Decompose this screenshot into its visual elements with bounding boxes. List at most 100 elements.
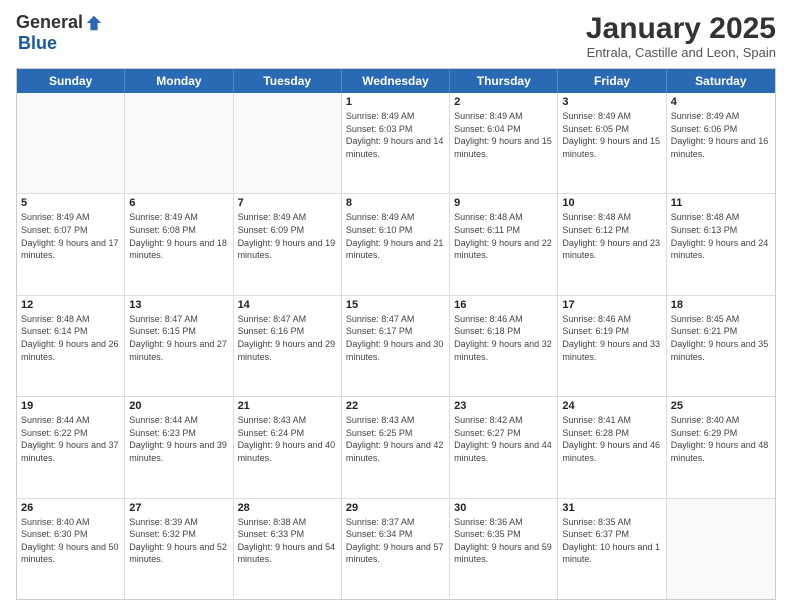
- day-number: 18: [671, 299, 771, 311]
- header-day-sunday: Sunday: [17, 69, 125, 93]
- day-number: 4: [671, 96, 771, 108]
- day-cell-17: 17 Sunrise: 8:46 AM Sunset: 6:19 PM Dayli…: [558, 296, 666, 396]
- day-number: 14: [238, 299, 337, 311]
- day-cell-27: 27 Sunrise: 8:39 AM Sunset: 6:32 PM Dayli…: [125, 499, 233, 599]
- day-number: 7: [238, 197, 337, 209]
- day-cell-18: 18 Sunrise: 8:45 AM Sunset: 6:21 PM Dayli…: [667, 296, 775, 396]
- day-number: 11: [671, 197, 771, 209]
- logo-general: General: [16, 12, 83, 33]
- page: General Blue January 2025 Entrala, Casti…: [0, 0, 792, 612]
- day-cell-9: 9Sunrise: 8:48 AM Sunset: 6:11 PM Daylig…: [450, 194, 558, 294]
- day-number: 10: [562, 197, 661, 209]
- day-info: Sunrise: 8:46 AM Sunset: 6:18 PM Dayligh…: [454, 313, 553, 363]
- day-number: 19: [21, 400, 120, 412]
- empty-cell-0-2: [234, 93, 342, 193]
- day-info: Sunrise: 8:41 AM Sunset: 6:28 PM Dayligh…: [562, 414, 661, 464]
- day-info: Sunrise: 8:49 AM Sunset: 6:05 PM Dayligh…: [562, 110, 661, 160]
- day-info: Sunrise: 8:46 AM Sunset: 6:19 PM Dayligh…: [562, 313, 661, 363]
- day-info: Sunrise: 8:44 AM Sunset: 6:22 PM Dayligh…: [21, 414, 120, 464]
- day-cell-23: 23Sunrise: 8:42 AM Sunset: 6:27 PM Dayli…: [450, 397, 558, 497]
- day-info: Sunrise: 8:45 AM Sunset: 6:21 PM Dayligh…: [671, 313, 771, 363]
- day-number: 22: [346, 400, 445, 412]
- day-number: 5: [21, 197, 120, 209]
- day-cell-19: 19 Sunrise: 8:44 AM Sunset: 6:22 PM Dayli…: [17, 397, 125, 497]
- day-number: 15: [346, 299, 445, 311]
- day-number: 8: [346, 197, 445, 209]
- day-cell-10: 10Sunrise: 8:48 AM Sunset: 6:12 PM Dayli…: [558, 194, 666, 294]
- day-cell-16: 16 Sunrise: 8:46 AM Sunset: 6:18 PM Dayli…: [450, 296, 558, 396]
- day-cell-13: 13 Sunrise: 8:47 AM Sunset: 6:15 PM Dayli…: [125, 296, 233, 396]
- day-info: Sunrise: 8:48 AM Sunset: 6:14 PM Dayligh…: [21, 313, 120, 363]
- day-info: Sunrise: 8:43 AM Sunset: 6:25 PM Dayligh…: [346, 414, 445, 464]
- header-day-tuesday: Tuesday: [234, 69, 342, 93]
- day-number: 30: [454, 502, 553, 514]
- day-number: 26: [21, 502, 120, 514]
- day-cell-20: 20Sunrise: 8:44 AM Sunset: 6:23 PM Dayli…: [125, 397, 233, 497]
- day-info: Sunrise: 8:49 AM Sunset: 6:03 PM Dayligh…: [346, 110, 445, 160]
- day-number: 2: [454, 96, 553, 108]
- logo-blue: Blue: [18, 33, 57, 53]
- day-cell-28: 28 Sunrise: 8:38 AM Sunset: 6:33 PM Dayli…: [234, 499, 342, 599]
- week-row-3: 19 Sunrise: 8:44 AM Sunset: 6:22 PM Dayli…: [17, 397, 775, 498]
- day-number: 6: [129, 197, 228, 209]
- day-info: Sunrise: 8:40 AM Sunset: 6:30 PM Dayligh…: [21, 516, 120, 566]
- day-cell-1: 1Sunrise: 8:49 AM Sunset: 6:03 PM Daylig…: [342, 93, 450, 193]
- day-info: Sunrise: 8:43 AM Sunset: 6:24 PM Dayligh…: [238, 414, 337, 464]
- logo-text: General: [16, 12, 103, 33]
- day-info: Sunrise: 8:47 AM Sunset: 6:17 PM Dayligh…: [346, 313, 445, 363]
- day-cell-24: 24 Sunrise: 8:41 AM Sunset: 6:28 PM Dayli…: [558, 397, 666, 497]
- day-cell-3: 3 Sunrise: 8:49 AM Sunset: 6:05 PM Daylig…: [558, 93, 666, 193]
- day-cell-30: 30Sunrise: 8:36 AM Sunset: 6:35 PM Dayli…: [450, 499, 558, 599]
- day-cell-4: 4 Sunrise: 8:49 AM Sunset: 6:06 PM Daylig…: [667, 93, 775, 193]
- day-number: 24: [562, 400, 661, 412]
- day-info: Sunrise: 8:38 AM Sunset: 6:33 PM Dayligh…: [238, 516, 337, 566]
- day-number: 27: [129, 502, 228, 514]
- day-info: Sunrise: 8:49 AM Sunset: 6:09 PM Dayligh…: [238, 211, 337, 261]
- week-row-1: 5 Sunrise: 8:49 AM Sunset: 6:07 PM Daylig…: [17, 194, 775, 295]
- empty-cell-4-6: [667, 499, 775, 599]
- day-cell-14: 14 Sunrise: 8:47 AM Sunset: 6:16 PM Dayli…: [234, 296, 342, 396]
- week-row-2: 12Sunrise: 8:48 AM Sunset: 6:14 PM Dayli…: [17, 296, 775, 397]
- title-section: January 2025 Entrala, Castille and Leon,…: [586, 12, 776, 60]
- day-cell-26: 26 Sunrise: 8:40 AM Sunset: 6:30 PM Dayli…: [17, 499, 125, 599]
- day-cell-21: 21 Sunrise: 8:43 AM Sunset: 6:24 PM Dayli…: [234, 397, 342, 497]
- day-info: Sunrise: 8:49 AM Sunset: 6:06 PM Dayligh…: [671, 110, 771, 160]
- day-info: Sunrise: 8:39 AM Sunset: 6:32 PM Dayligh…: [129, 516, 228, 566]
- day-info: Sunrise: 8:47 AM Sunset: 6:15 PM Dayligh…: [129, 313, 228, 363]
- day-info: Sunrise: 8:47 AM Sunset: 6:16 PM Dayligh…: [238, 313, 337, 363]
- day-info: Sunrise: 8:49 AM Sunset: 6:07 PM Dayligh…: [21, 211, 120, 261]
- day-number: 20: [129, 400, 228, 412]
- week-row-0: 1Sunrise: 8:49 AM Sunset: 6:03 PM Daylig…: [17, 93, 775, 194]
- day-info: Sunrise: 8:49 AM Sunset: 6:10 PM Dayligh…: [346, 211, 445, 261]
- day-number: 25: [671, 400, 771, 412]
- day-cell-31: 31Sunrise: 8:35 AM Sunset: 6:37 PM Dayli…: [558, 499, 666, 599]
- day-number: 3: [562, 96, 661, 108]
- day-number: 13: [129, 299, 228, 311]
- day-cell-8: 8 Sunrise: 8:49 AM Sunset: 6:10 PM Daylig…: [342, 194, 450, 294]
- header-day-monday: Monday: [125, 69, 233, 93]
- day-number: 28: [238, 502, 337, 514]
- empty-cell-0-0: [17, 93, 125, 193]
- header-day-saturday: Saturday: [667, 69, 775, 93]
- day-info: Sunrise: 8:49 AM Sunset: 6:08 PM Dayligh…: [129, 211, 228, 261]
- day-number: 9: [454, 197, 553, 209]
- day-cell-7: 7 Sunrise: 8:49 AM Sunset: 6:09 PM Daylig…: [234, 194, 342, 294]
- day-cell-5: 5 Sunrise: 8:49 AM Sunset: 6:07 PM Daylig…: [17, 194, 125, 294]
- header: General Blue January 2025 Entrala, Casti…: [16, 12, 776, 60]
- day-info: Sunrise: 8:35 AM Sunset: 6:37 PM Dayligh…: [562, 516, 661, 566]
- day-cell-25: 25Sunrise: 8:40 AM Sunset: 6:29 PM Dayli…: [667, 397, 775, 497]
- calendar-body: 1Sunrise: 8:49 AM Sunset: 6:03 PM Daylig…: [17, 93, 775, 599]
- location: Entrala, Castille and Leon, Spain: [586, 45, 776, 60]
- day-cell-29: 29Sunrise: 8:37 AM Sunset: 6:34 PM Dayli…: [342, 499, 450, 599]
- day-number: 16: [454, 299, 553, 311]
- empty-cell-0-1: [125, 93, 233, 193]
- day-info: Sunrise: 8:37 AM Sunset: 6:34 PM Dayligh…: [346, 516, 445, 566]
- header-day-friday: Friday: [558, 69, 666, 93]
- day-number: 21: [238, 400, 337, 412]
- day-cell-11: 11Sunrise: 8:48 AM Sunset: 6:13 PM Dayli…: [667, 194, 775, 294]
- day-cell-22: 22 Sunrise: 8:43 AM Sunset: 6:25 PM Dayli…: [342, 397, 450, 497]
- day-number: 23: [454, 400, 553, 412]
- header-day-thursday: Thursday: [450, 69, 558, 93]
- day-number: 17: [562, 299, 661, 311]
- month-title: January 2025: [586, 12, 776, 45]
